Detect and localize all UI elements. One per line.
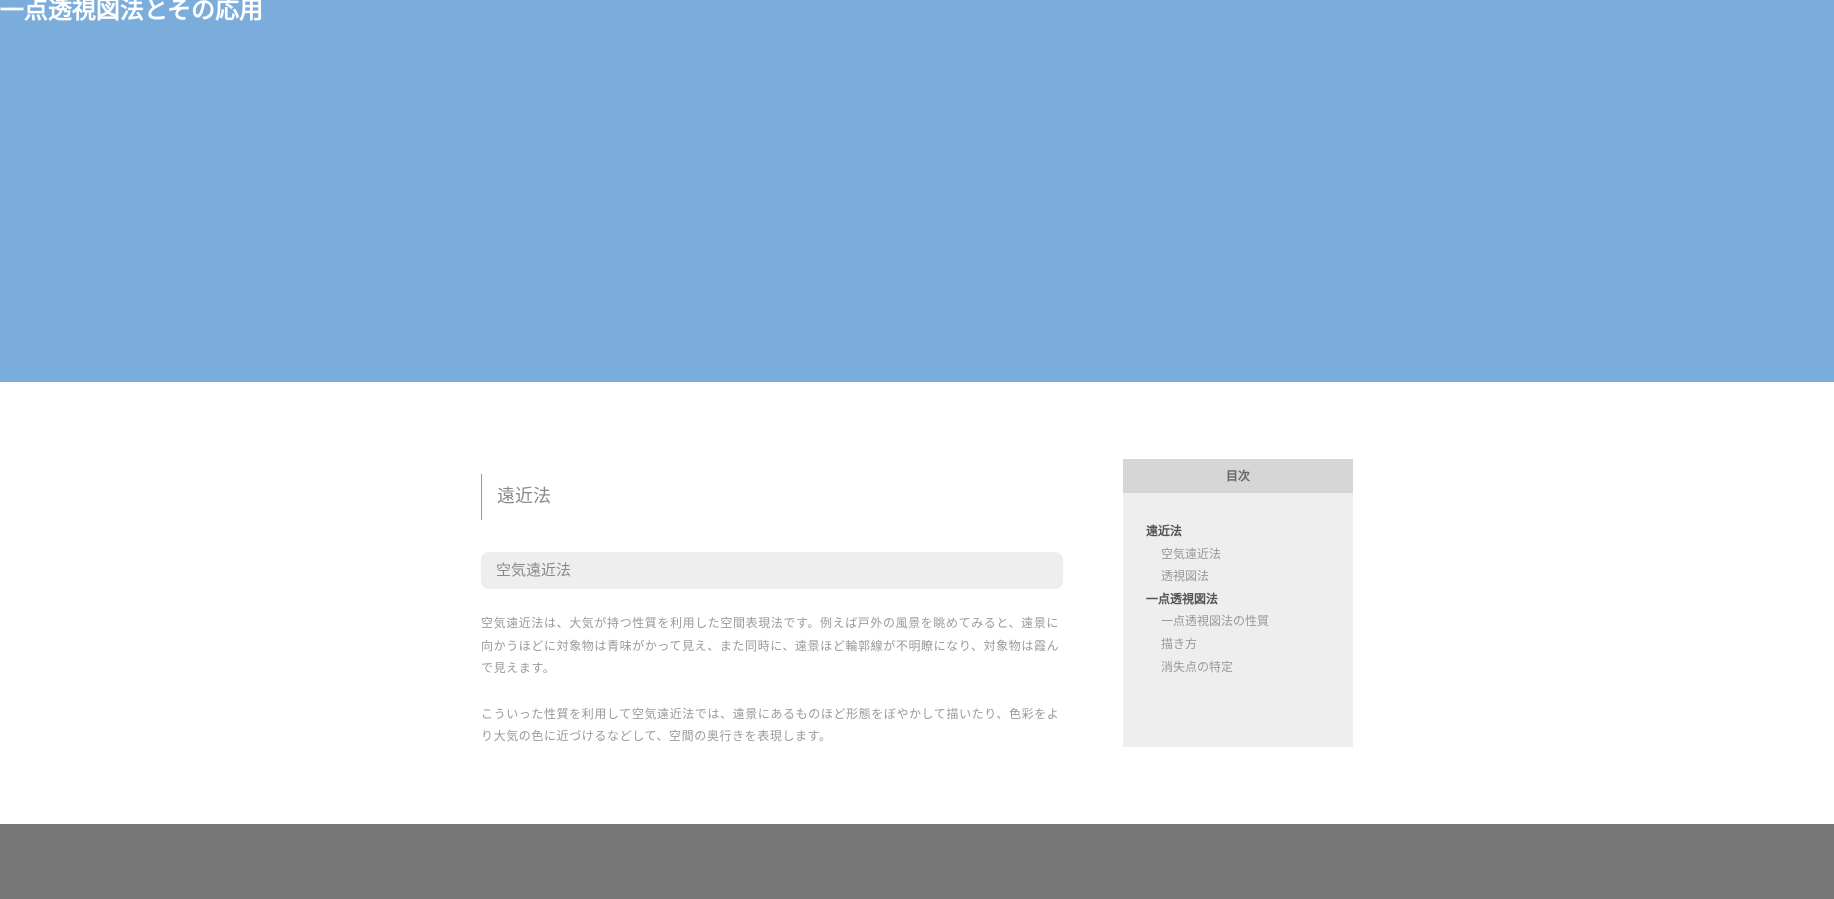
section-heading: 遠近法 bbox=[481, 474, 1063, 520]
subsection-heading: 空気遠近法 bbox=[481, 552, 1063, 589]
toc-item-aerial-perspective[interactable]: 空気遠近法 bbox=[1123, 543, 1353, 566]
toc-item-perspective[interactable]: 遠近法 bbox=[1123, 520, 1353, 543]
toc-item-properties[interactable]: 一点透視図法の性質 bbox=[1123, 610, 1353, 633]
page-title: 一点透視図法とその応用 bbox=[0, 0, 264, 24]
toc-list: 遠近法 空気遠近法 透視図法 一点透視図法 一点透視図法の性質 描き方 消失点の… bbox=[1123, 493, 1353, 678]
article-main: 遠近法 空気遠近法 空気遠近法は、大気が持つ性質を利用した空間表現法です。例えば… bbox=[481, 474, 1063, 748]
toc-item-perspective-projection[interactable]: 透視図法 bbox=[1123, 565, 1353, 588]
article-paragraph: 空気遠近法は、大気が持つ性質を利用した空間表現法です。例えば戸外の風景を眺めてみ… bbox=[481, 616, 1060, 675]
toc-item-one-point-perspective[interactable]: 一点透視図法 bbox=[1123, 588, 1353, 611]
table-of-contents: 目次 遠近法 空気遠近法 透視図法 一点透視図法 一点透視図法の性質 描き方 消… bbox=[1123, 459, 1353, 747]
article-paragraph: こういった性質を利用して空気遠近法では、遠景にあるものほど形態をぼやかして描いた… bbox=[481, 706, 1060, 744]
page-footer bbox=[0, 824, 1834, 899]
hero-banner: 一点透視図法とその応用 bbox=[0, 0, 1834, 382]
toc-title: 目次 bbox=[1123, 459, 1353, 493]
toc-item-vanishing-point[interactable]: 消失点の特定 bbox=[1123, 656, 1353, 679]
toc-item-how-to-draw[interactable]: 描き方 bbox=[1123, 633, 1353, 656]
